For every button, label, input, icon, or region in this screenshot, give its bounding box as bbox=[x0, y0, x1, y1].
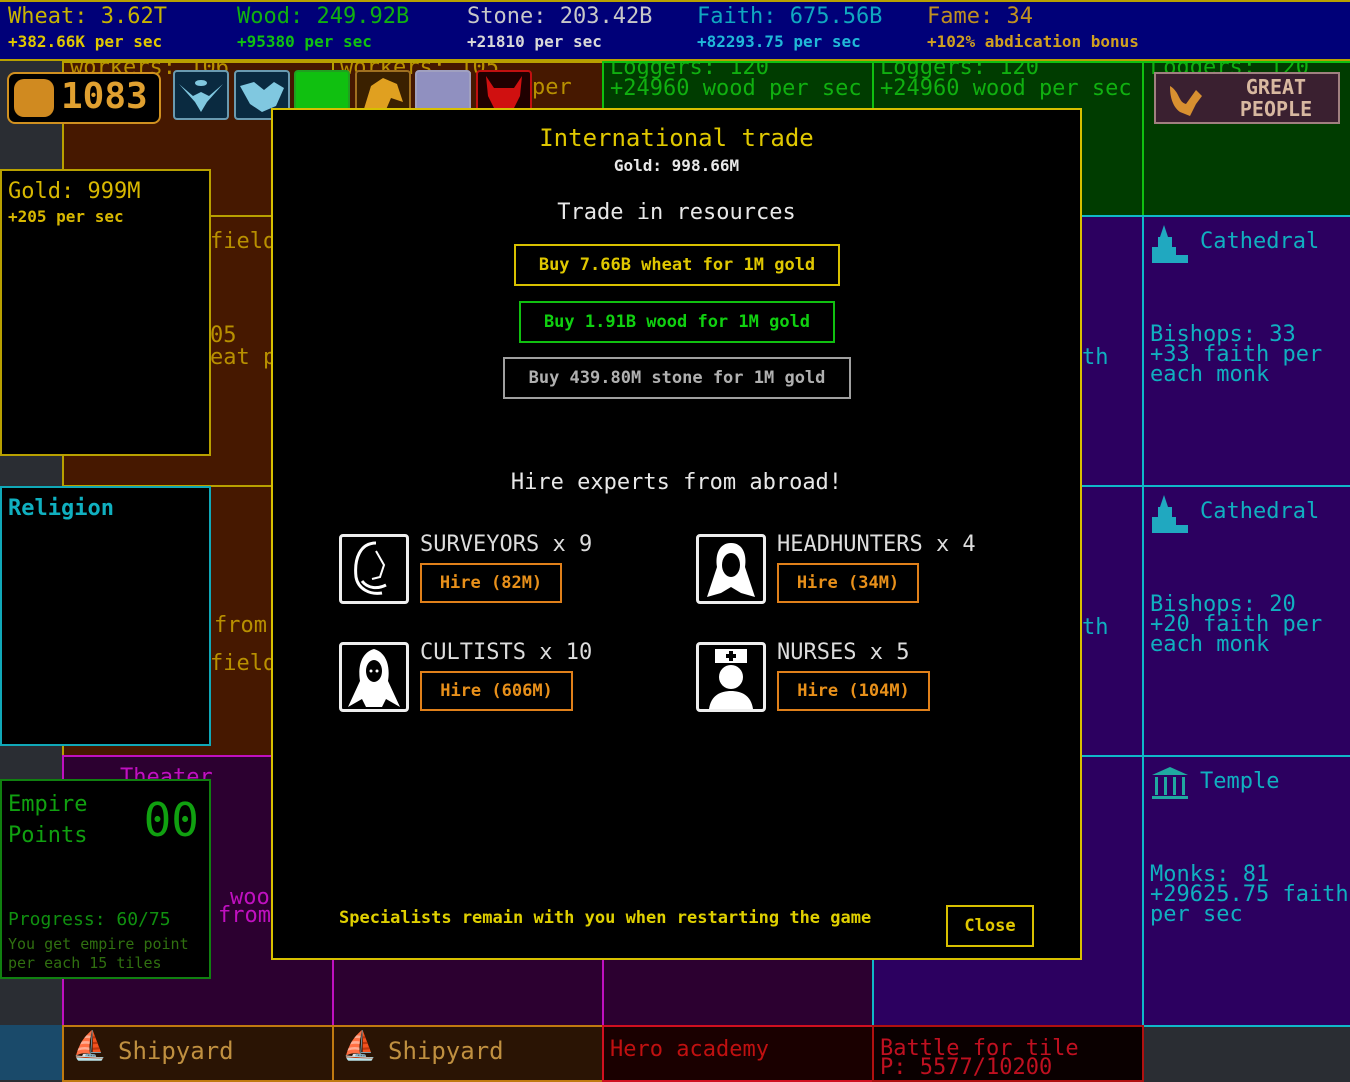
faith-resource: Faith: 675.56B +82293.75 per sec bbox=[697, 4, 883, 51]
hire-heading: Hire experts from abroad! bbox=[510, 470, 843, 495]
modal-gold: Gold: 998.66M bbox=[613, 156, 740, 175]
tile-text: th bbox=[1082, 345, 1109, 370]
pharaoh-portrait-icon bbox=[339, 534, 409, 604]
water-tile bbox=[0, 1025, 62, 1080]
hire-surveyors-button[interactable]: Hire (82M) bbox=[420, 563, 562, 603]
stone-resource: Stone: 203.42B +21810 per sec bbox=[467, 4, 653, 51]
great-people-label: GREAT PEOPLE bbox=[1239, 75, 1313, 121]
tile-text: from bbox=[214, 613, 267, 638]
close-button[interactable]: Close bbox=[946, 905, 1034, 947]
tile-temple[interactable]: Temple Monks: 81 +29625.75 faith per sec bbox=[1142, 755, 1350, 1027]
tile-text: 05 bbox=[210, 323, 237, 348]
ship-icon: ⛵ bbox=[72, 1029, 107, 1062]
wood-resource: Wood: 249.92B +95380 per sec bbox=[237, 4, 410, 51]
angel-wings-icon[interactable] bbox=[173, 70, 229, 120]
cathedral-icon bbox=[1150, 225, 1190, 265]
fame-resource: Fame: 34 +102% abdication bonus bbox=[927, 4, 1139, 51]
buy-wood-button[interactable]: Buy 1.91B wood for 1M gold bbox=[519, 301, 835, 343]
hire-headhunters-button[interactable]: Hire (34M) bbox=[777, 563, 919, 603]
tile-text: per bbox=[532, 75, 572, 100]
trade-heading: Trade in resources bbox=[557, 200, 796, 225]
nurse-portrait-icon bbox=[696, 642, 766, 712]
international-trade-modal: International trade Gold: 998.66M Trade … bbox=[271, 108, 1082, 960]
tile-text: each monk bbox=[1150, 362, 1270, 387]
tile-text: each monk bbox=[1150, 632, 1270, 657]
tile-shipyard[interactable]: ⛵ Shipyard bbox=[332, 1025, 604, 1082]
tile-cathedral[interactable]: Cathedral Bishops: 20 +20 faith per each m… bbox=[1142, 485, 1350, 757]
buy-stone-button[interactable]: Buy 439.80M stone for 1M gold bbox=[503, 357, 851, 399]
buy-wheat-button[interactable]: Buy 7.66B wheat for 1M gold bbox=[514, 244, 840, 286]
tile-title: Cathedral bbox=[1200, 229, 1320, 254]
empire-progress: Progress: 60/75 bbox=[8, 909, 171, 930]
hire-nurses-button[interactable]: Hire (104M) bbox=[777, 671, 930, 711]
tile-text: from bbox=[218, 903, 271, 928]
empire-points-value: 00 bbox=[143, 793, 199, 847]
specialist-name: SURVEYORS x 9 bbox=[420, 532, 593, 557]
empire-note: You get empire point per each 15 tiles bbox=[8, 935, 189, 972]
tile-text: per sec bbox=[1150, 902, 1243, 927]
gold-panel: Gold: 999M +205 per sec bbox=[0, 169, 211, 456]
hero-counter[interactable]: 1083 bbox=[7, 72, 161, 124]
hire-cultists-button[interactable]: Hire (606M) bbox=[420, 671, 573, 711]
empire-title: Points bbox=[8, 823, 88, 848]
hooded-figure-icon bbox=[339, 642, 409, 712]
tile-battle[interactable]: Battle for tile P: 5577/10200 bbox=[872, 1025, 1144, 1082]
tile-title: Cathedral bbox=[1200, 499, 1320, 524]
hero-medallion-icon bbox=[14, 79, 54, 117]
empire-title: Empire bbox=[8, 792, 88, 817]
temple-icon bbox=[1152, 767, 1188, 801]
resource-bar: Wheat: 3.62T +382.66K per sec Wood: 249.9… bbox=[0, 0, 1350, 61]
elf-woman-portrait-icon bbox=[696, 534, 766, 604]
religion-title: Religion bbox=[8, 496, 114, 521]
gold-rate: +205 per sec bbox=[8, 207, 124, 226]
empire-points-panel: Empire Points 00 Progress: 60/75 You get … bbox=[0, 779, 211, 979]
tile-title: Hero academy bbox=[610, 1037, 769, 1062]
great-people-button[interactable]: GREAT PEOPLE bbox=[1154, 72, 1340, 124]
tile-hero-academy[interactable]: Hero academy bbox=[602, 1025, 874, 1082]
ship-icon: ⛵ bbox=[342, 1029, 377, 1062]
tile-text: field bbox=[210, 229, 277, 254]
tile-cathedral[interactable]: Cathedral Bishops: 33 +33 faith per each m… bbox=[1142, 215, 1350, 487]
modal-footer-note: Specialists remain with you when restart… bbox=[339, 908, 872, 928]
specialist-name: NURSES x 5 bbox=[777, 640, 910, 665]
hero-count: 1083 bbox=[61, 76, 148, 117]
tile-text: +24960 wood per sec bbox=[880, 76, 1132, 101]
tile-title: Shipyard bbox=[118, 1037, 234, 1065]
tile-text: th bbox=[1082, 615, 1109, 640]
wheat-resource: Wheat: 3.62T +382.66K per sec bbox=[8, 4, 167, 51]
gold-amount: Gold: 999M bbox=[8, 179, 141, 204]
tile-text: eat p bbox=[210, 345, 277, 370]
pegasus-icon bbox=[1166, 80, 1206, 120]
battle-progress: P: 5577/10200 bbox=[880, 1055, 1053, 1080]
tile-text: field bbox=[210, 651, 277, 676]
specialist-name: HEADHUNTERS x 4 bbox=[777, 532, 976, 557]
tile-title: Temple bbox=[1200, 769, 1280, 794]
specialist-name: CULTISTS x 10 bbox=[420, 640, 593, 665]
religion-panel: Religion bbox=[0, 486, 211, 746]
tile-title: Shipyard bbox=[388, 1037, 504, 1065]
cathedral-icon bbox=[1150, 495, 1190, 535]
tile-text: +24960 wood per sec bbox=[610, 76, 862, 101]
tile-shipyard[interactable]: ⛵ Shipyard bbox=[62, 1025, 334, 1082]
modal-title: International trade bbox=[539, 124, 814, 152]
